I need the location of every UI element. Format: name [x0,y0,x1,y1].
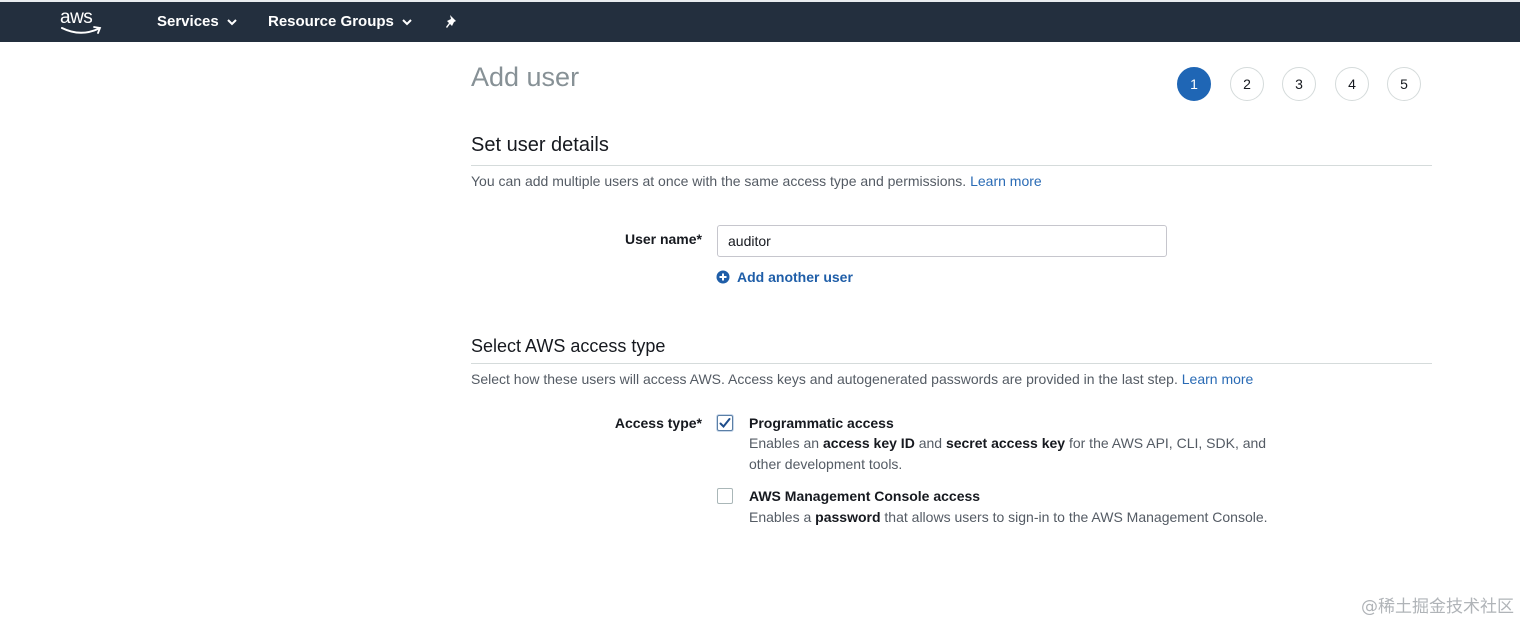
chevron-down-icon [227,18,237,25]
desc-text: and [914,435,946,451]
desc-bold-text: access key ID [822,435,915,451]
programmatic-access-checkbox[interactable] [717,415,733,431]
user-details-description-text: You can add multiple users at once with … [471,173,967,189]
add-another-user-label: Add another user [737,269,853,285]
top-navigation-bar: aws Services Resource Groups [0,0,1520,42]
checkmark-icon [719,418,731,428]
user-details-heading: Set user details [471,134,609,156]
resource-groups-menu[interactable]: Resource Groups [268,13,412,30]
wizard-step-2[interactable]: 2 [1230,67,1264,101]
page-title: Add user [471,62,580,92]
programmatic-access-title[interactable]: Programmatic access [749,415,894,431]
wizard-step-5[interactable]: 5 [1387,67,1421,101]
access-type-heading: Select AWS access type [471,336,666,356]
wizard-step-4[interactable]: 4 [1335,67,1369,101]
pin-icon[interactable] [444,14,460,30]
aws-logo[interactable]: aws [60,7,104,37]
programmatic-access-description: Enables an access key ID and secret acce… [749,433,1289,475]
resource-groups-menu-label: Resource Groups [268,13,394,30]
section-divider [471,363,1432,364]
chevron-down-icon [402,18,412,25]
learn-more-link[interactable]: Learn more [970,173,1042,189]
watermark: @稀土掘金技术社区 [1361,597,1514,617]
console-access-description: Enables a password that allows users to … [749,507,1289,528]
learn-more-link[interactable]: Learn more [1182,371,1254,387]
wizard-step-3[interactable]: 3 [1282,67,1316,101]
username-label: User name* [624,231,702,247]
desc-text: Enables an [749,435,823,451]
desc-text: that allows users to sign-in to the AWS … [880,509,1268,525]
username-input[interactable] [717,225,1167,257]
access-type-description-text: Select how these users will access AWS. … [471,371,1178,387]
plus-circle-icon [716,270,730,284]
access-type-label: Access type* [614,415,702,431]
add-another-user-link[interactable]: Add another user [716,269,853,285]
wizard-step-1[interactable]: 1 [1177,67,1211,101]
user-details-description: You can add multiple users at once with … [471,173,1042,189]
console-access-checkbox[interactable] [717,488,733,504]
section-divider [471,165,1432,166]
desc-bold-text: secret access key [945,435,1066,451]
desc-bold-text: password [815,509,881,525]
desc-text: Enables a [749,509,816,525]
access-type-description: Select how these users will access AWS. … [471,371,1253,387]
aws-smile-icon [61,26,102,34]
console-access-title[interactable]: AWS Management Console access [749,488,980,504]
services-menu[interactable]: Services [157,13,237,30]
services-menu-label: Services [157,13,219,30]
